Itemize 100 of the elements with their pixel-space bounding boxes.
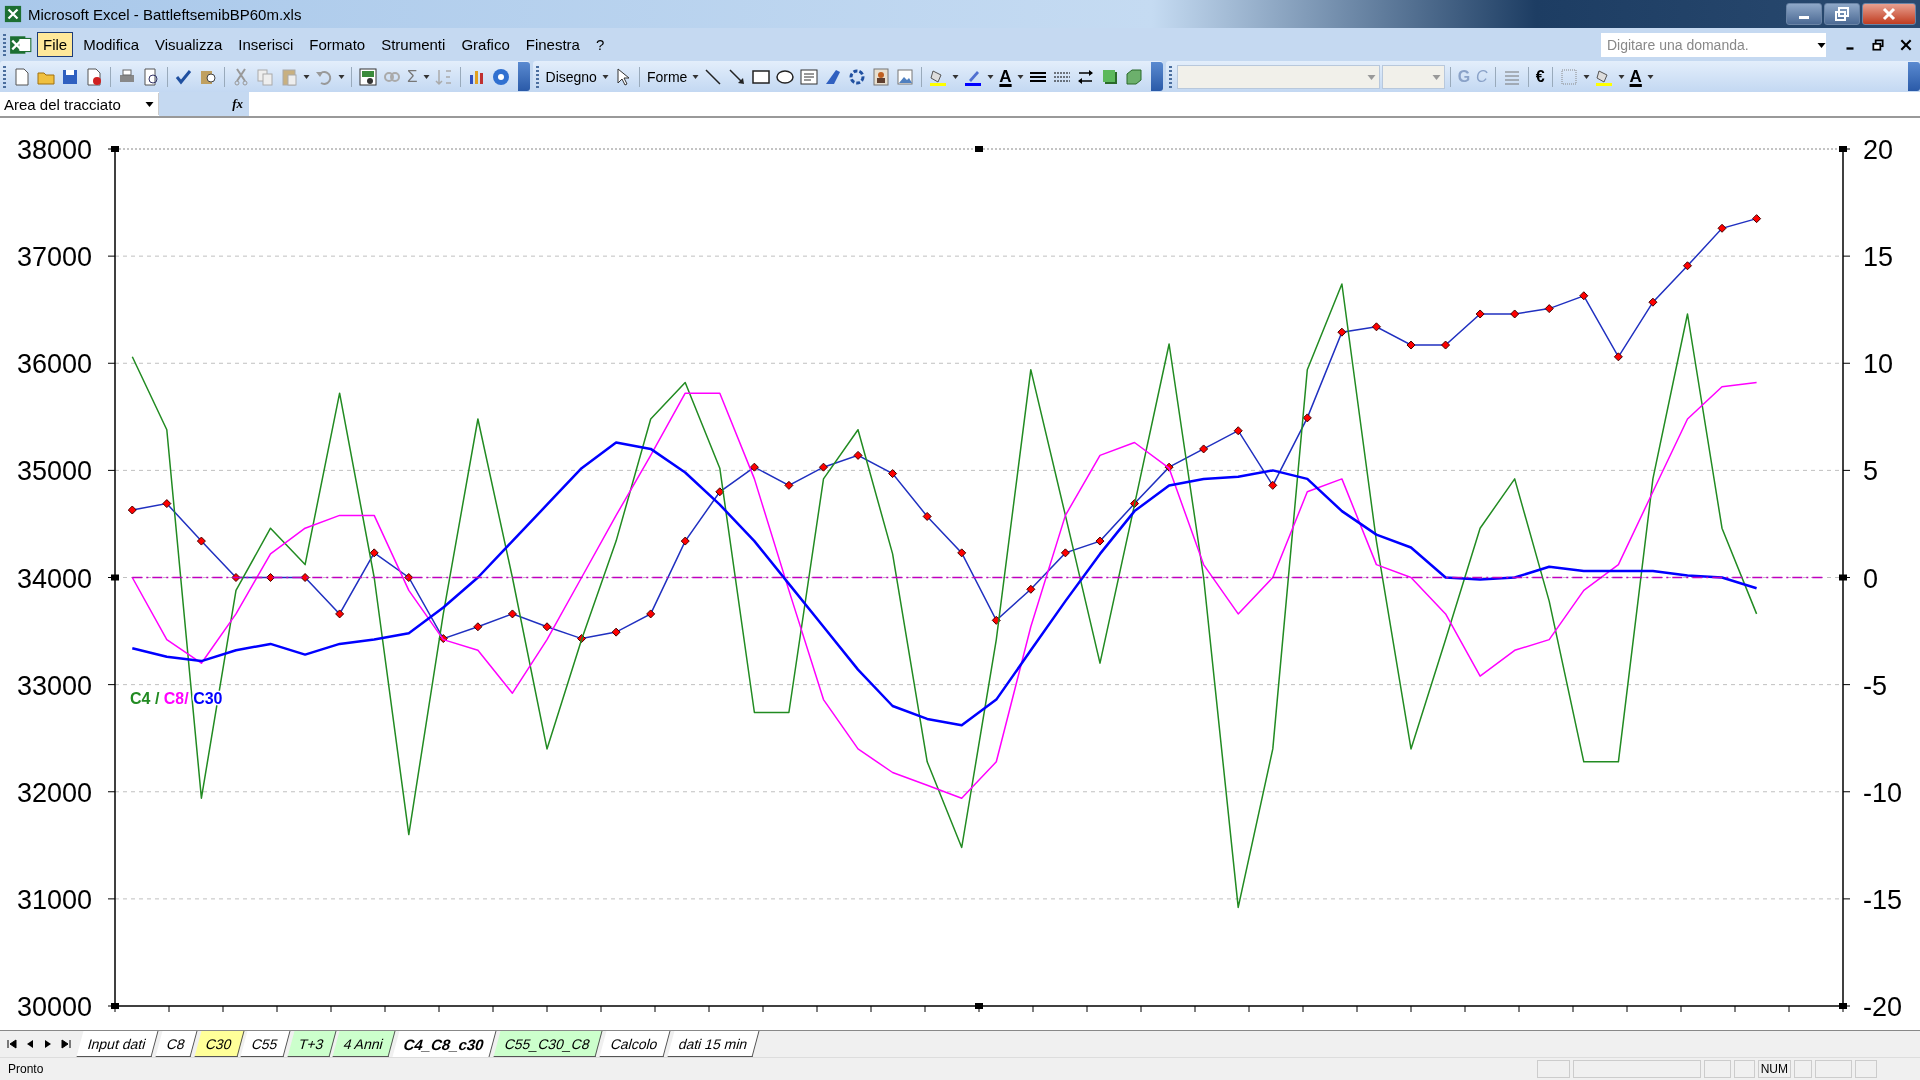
menu-item[interactable]: File — [37, 32, 74, 57]
y-axis-label: 32000 — [16, 777, 92, 808]
restore-icon[interactable] — [1871, 37, 1885, 52]
last-sheet-icon[interactable] — [58, 1036, 74, 1052]
data-point-marker — [266, 573, 275, 582]
status-panel — [1815, 1060, 1852, 1078]
close-icon — [1882, 7, 1896, 21]
text: / — [154, 689, 160, 707]
data-point-marker — [991, 615, 1001, 625]
data-point-marker — [784, 480, 794, 490]
sheet-tab[interactable]: C4_C8_c30 — [392, 1031, 497, 1057]
menu-item[interactable]: Formato — [303, 32, 372, 57]
y-axis-label: 15 — [1863, 242, 1894, 273]
close-button[interactable] — [1862, 3, 1916, 25]
sheet-tab[interactable]: 4 Anni — [332, 1031, 396, 1057]
excel-app-icon — [4, 5, 22, 23]
data-point-marker — [957, 548, 967, 558]
y-axis-label: 37000 — [16, 242, 92, 273]
selection-handle[interactable] — [111, 146, 119, 152]
menu-item[interactable]: Inserisci — [232, 32, 300, 57]
grip-handle[interactable] — [3, 65, 6, 88]
sheet-tab[interactable]: C8 — [155, 1031, 197, 1057]
text: / — [184, 689, 189, 707]
status-panel — [1536, 1060, 1570, 1078]
grip-handle[interactable] — [3, 33, 6, 56]
data-point-marker — [1406, 340, 1416, 350]
data-point-marker — [1648, 297, 1658, 307]
selection-handle[interactable] — [1839, 146, 1847, 152]
num-lock-indicator: NUM — [1757, 1060, 1791, 1078]
excel-document-icon[interactable] — [9, 33, 33, 56]
data-point-marker — [853, 450, 863, 460]
restore-icon — [1835, 7, 1849, 21]
data-point-marker — [749, 462, 759, 472]
text: C4 — [130, 689, 151, 707]
data-point-marker — [715, 487, 725, 497]
grip-handle[interactable] — [1168, 65, 1172, 88]
sheet-tab[interactable]: C30 — [194, 1031, 244, 1057]
y-axis-label: 20 — [1863, 135, 1894, 165]
text: C8 — [163, 689, 185, 707]
selection-handle[interactable] — [111, 574, 119, 581]
minimize-icon — [1799, 16, 1809, 19]
data-point-marker — [922, 511, 932, 521]
y-axis-label: 0 — [1863, 563, 1879, 594]
shapes-menu-button[interactable]: Forme — [644, 66, 690, 87]
data-point-marker — [300, 573, 310, 582]
data-point-marker — [1337, 327, 1347, 337]
maximize-button[interactable] — [1824, 3, 1860, 25]
data-point-marker — [404, 573, 414, 582]
menu-item[interactable]: Visualizza — [149, 32, 229, 57]
data-point-marker — [473, 622, 483, 632]
toolbar-options-icon[interactable] — [517, 62, 530, 91]
selection-handle[interactable] — [1839, 1003, 1847, 1009]
data-point-marker — [1613, 352, 1623, 362]
data-point-marker — [1095, 536, 1105, 546]
sheet-tab[interactable]: Calcolo — [599, 1031, 671, 1057]
euro-button[interactable]: € — [1533, 65, 1547, 88]
first-sheet-icon[interactable] — [4, 1036, 20, 1052]
sheet-tab[interactable]: Input dati — [76, 1031, 159, 1057]
font-color-button[interactable]: A — [1627, 64, 1644, 89]
data-point-marker — [542, 622, 552, 632]
insert-function-button[interactable]: fx — [159, 92, 249, 116]
y-axis-label: 31000 — [16, 884, 92, 915]
menu-item[interactable]: Strumenti — [375, 32, 452, 57]
menu-item[interactable]: ? — [589, 32, 611, 57]
data-point-marker — [1752, 214, 1762, 224]
menu-item[interactable]: Modifica — [77, 32, 146, 57]
data-point-marker — [1544, 304, 1554, 314]
window-title: Microsoft Excel - BattleftsemibBP60m.xls — [28, 5, 302, 23]
data-point-marker — [611, 627, 621, 637]
data-point-marker — [369, 548, 379, 558]
sheet-tab[interactable]: C55 — [240, 1031, 291, 1057]
status-panel — [1733, 1060, 1755, 1078]
grip-handle[interactable] — [535, 65, 539, 88]
y-axis-label: 33000 — [16, 670, 92, 701]
data-point-marker — [888, 469, 898, 479]
sheet-tab[interactable]: dati 15 min — [667, 1031, 760, 1057]
status-text: Pronto — [7, 1062, 44, 1076]
data-point-marker — [680, 536, 690, 546]
close-icon[interactable] — [1899, 37, 1913, 52]
toolbar-options-icon[interactable] — [1150, 62, 1163, 91]
help-search-field[interactable]: Digitare una domanda. — [1601, 32, 1826, 57]
data-point-marker — [1233, 426, 1243, 436]
menu-item[interactable]: Finestra — [519, 32, 586, 57]
drawing-menu-button[interactable]: Disegno — [543, 66, 599, 87]
status-panel — [1794, 1060, 1812, 1078]
data-point-marker — [1475, 309, 1485, 319]
y-axis-label: 30000 — [16, 992, 92, 1022]
sheet-tab[interactable]: T+3 — [287, 1031, 336, 1057]
data-point-marker — [577, 634, 587, 644]
selection-handle[interactable] — [111, 1003, 119, 1009]
minimize-button[interactable] — [1786, 3, 1822, 25]
data-point-marker — [646, 609, 656, 619]
menu-item[interactable]: Grafico — [455, 32, 516, 57]
data-point-marker — [1268, 480, 1278, 490]
font-color-button[interactable]: A — [997, 64, 1014, 89]
y-axis-label: 36000 — [16, 349, 92, 380]
selection-handle[interactable] — [1839, 574, 1847, 581]
selection-handle[interactable] — [975, 1003, 983, 1009]
sheet-tab[interactable]: C55_C30_C8 — [493, 1031, 603, 1057]
selection-handle[interactable] — [975, 146, 983, 152]
